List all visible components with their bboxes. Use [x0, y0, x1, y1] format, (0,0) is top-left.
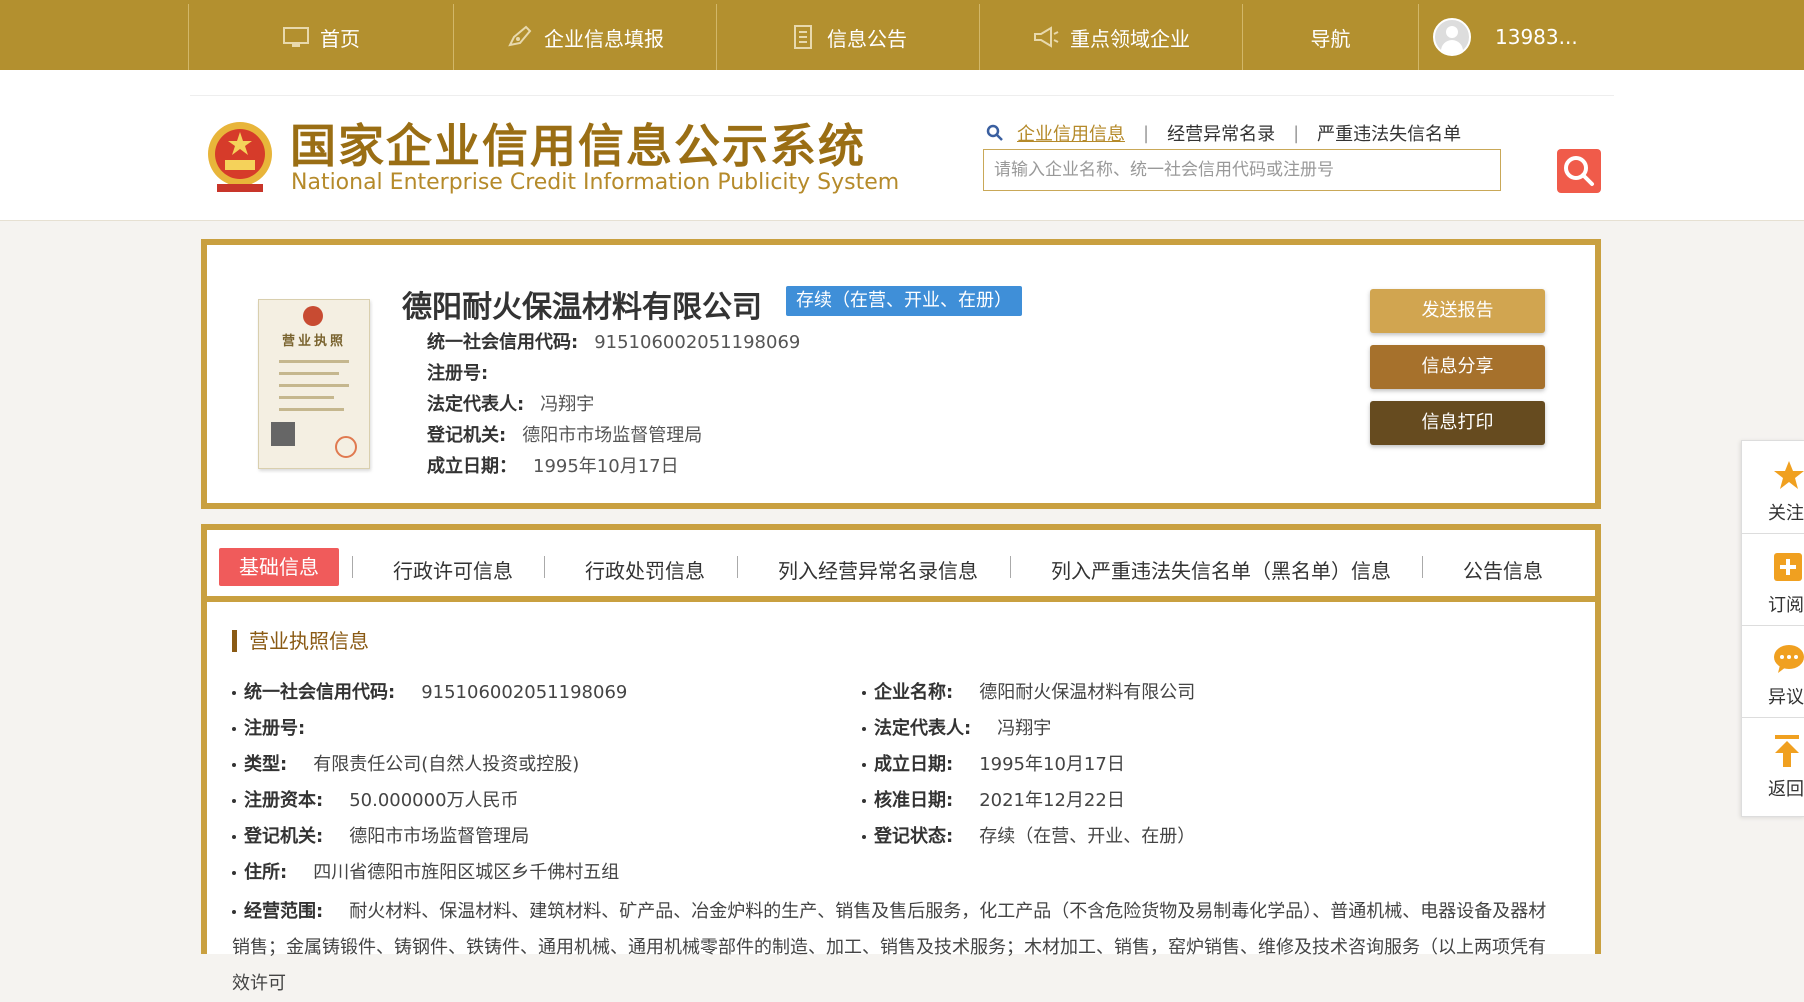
summary-reg-number: 注册号: [427, 363, 489, 384]
chat-bubble-icon [1774, 645, 1804, 673]
site-title: 国家企业信用信息公示系统 [290, 119, 866, 173]
tab-basic-info[interactable]: 基础信息 [219, 548, 339, 586]
detail-row: 企业名称: 德阳耐火保温材料有限公司 [862, 678, 1195, 704]
search-box [983, 149, 1501, 191]
detail-row: 核准日期: 2021年12月22日 [862, 786, 1125, 812]
detail-row: 成立日期: 1995年10月17日 [862, 750, 1125, 776]
tab-announcements[interactable]: 公告信息 [1463, 555, 1543, 584]
search-input[interactable] [984, 150, 1500, 190]
business-license-image[interactable]: 营业执照 [258, 299, 370, 469]
summary-established: 成立日期： 1995年10月17日 [427, 456, 679, 477]
tab-admin-permits[interactable]: 行政许可信息 [393, 555, 513, 584]
plus-square-icon [1774, 553, 1802, 581]
detail-row: 类型: 有限责任公司(自然人投资或控股) [232, 750, 579, 776]
floating-toolbar: 关注 订阅 异议 返回 [1741, 440, 1804, 817]
link-enterprise-credit[interactable]: 企业信用信息 [1017, 120, 1125, 146]
top-nav: 首页 企业信息填报 信息公告 重点领域企业 导航 13983... [0, 0, 1804, 70]
back-to-top-button[interactable]: 返回 [1742, 717, 1804, 809]
nav-enterprise-report[interactable]: 企业信息填报 [453, 4, 716, 70]
subscribe-button[interactable]: 订阅 [1742, 533, 1804, 626]
summary-legal-rep: 法定代表人: 冯翔宇 [427, 394, 595, 415]
nav-key-enterprises[interactable]: 重点领域企业 [979, 4, 1242, 70]
business-scope: 经营范围: 耐火材料、保温材料、建筑材料、矿产品、冶金炉料的生产、销售及售后服务，… [232, 901, 1547, 994]
detail-row: 登记机关: 德阳市市场监督管理局 [232, 822, 529, 848]
link-blacklist[interactable]: 严重违法失信名单 [1317, 120, 1461, 146]
tab-blacklist[interactable]: 列入严重违法失信名单（黑名单）信息 [1051, 555, 1391, 584]
nav-guide[interactable]: 导航 [1242, 4, 1418, 70]
search-icon [986, 124, 1003, 141]
objection-button[interactable]: 异议 [1742, 625, 1804, 718]
nav-announcements[interactable]: 信息公告 [716, 4, 979, 70]
megaphone-icon [1032, 25, 1060, 49]
follow-button[interactable]: 关注 [1742, 441, 1804, 534]
print-info-button[interactable]: 信息打印 [1370, 401, 1545, 445]
detail-row: 法定代表人: 冯翔宇 [862, 714, 1051, 740]
pen-icon [506, 25, 534, 49]
nav-home[interactable]: 首页 [188, 4, 453, 70]
company-name: 德阳耐火保温材料有限公司 [402, 290, 762, 325]
detail-row: 统一社会信用代码: 915106002051198069 [232, 678, 627, 704]
qr-code-icon [271, 422, 295, 446]
user-menu[interactable]: 13983... [1418, 4, 1804, 70]
share-info-button[interactable]: 信息分享 [1370, 345, 1545, 389]
search-icon [1564, 156, 1594, 186]
tab-abnormal-list[interactable]: 列入经营异常名录信息 [778, 555, 978, 584]
detail-row: 注册资本: 50.000000万人民币 [232, 786, 519, 812]
section-title: 营业执照信息 [232, 630, 369, 652]
national-emblem-icon [208, 122, 272, 192]
arrow-up-icon [1775, 735, 1799, 767]
tab-admin-penalties[interactable]: 行政处罚信息 [585, 555, 705, 584]
site-subtitle: National Enterprise Credit Information P… [291, 170, 900, 195]
detail-row: 注册号: [232, 714, 331, 740]
detail-row: 住所: 四川省德阳市旌阳区城区乡千佛村五组 [232, 858, 619, 884]
monitor-icon [282, 25, 310, 49]
user-name: 13983... [1495, 25, 1578, 49]
detail-row: 登记状态: 存续（在营、开业、在册） [862, 822, 1195, 848]
summary-credit-code: 统一社会信用代码: 915106002051198069 [427, 332, 801, 353]
seal-icon [335, 436, 357, 458]
search-category-links: 企业信用信息 | 经营异常名录 | 严重违法失信名单 [985, 120, 1461, 146]
summary-reg-authority: 登记机关: 德阳市市场监督管理局 [427, 425, 703, 446]
search-button[interactable] [1557, 149, 1601, 193]
status-badge: 存续（在营、开业、在册） [786, 286, 1022, 316]
star-icon [1774, 461, 1804, 489]
avatar [1433, 18, 1471, 56]
document-icon [789, 25, 817, 49]
link-abnormal-list[interactable]: 经营异常名录 [1167, 120, 1275, 146]
send-report-button[interactable]: 发送报告 [1370, 289, 1545, 333]
